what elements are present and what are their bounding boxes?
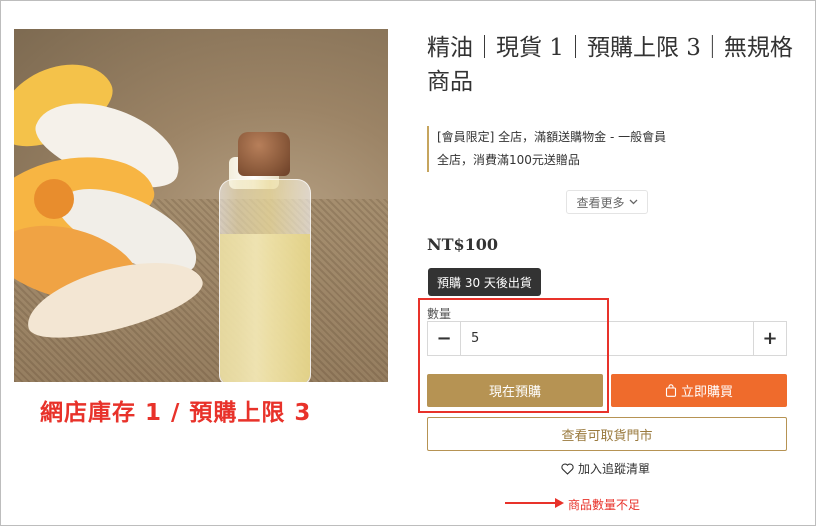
- bottle-oil: [220, 234, 310, 382]
- product-price: NT$100: [427, 235, 499, 254]
- annotation-highlight-box: [418, 298, 609, 413]
- bottle-cork: [238, 132, 290, 176]
- wishlist-label: 加入追蹤清單: [578, 462, 651, 476]
- product-image: [14, 29, 388, 382]
- arrow-right-icon: [505, 498, 564, 508]
- view-pickup-stores-label: 查看可取貨門市: [561, 427, 653, 443]
- see-more-button[interactable]: 查看更多: [566, 190, 648, 214]
- promotions-list: [會員限定] 全店，滿額送購物金 - 一般會員 全店，消費滿100元送贈品: [427, 126, 666, 172]
- see-more-label: 查看更多: [576, 195, 625, 210]
- insufficient-stock-note: 商品數量不足: [568, 498, 641, 512]
- chevron-down-icon: [629, 199, 637, 205]
- image-caption: 網店庫存 1 / 預購上限 3: [40, 400, 312, 426]
- product-title: 精油｜現貨 1｜預購上限 3｜無規格商品: [427, 35, 793, 95]
- shopping-bag-icon: [665, 384, 677, 397]
- heart-icon: [561, 462, 574, 475]
- promotion-item[interactable]: 全店，消費滿100元送贈品: [437, 149, 666, 172]
- buy-now-label: 立即購買: [680, 384, 733, 399]
- quantity-increase-button[interactable]: +: [754, 322, 786, 355]
- add-to-wishlist-link[interactable]: 加入追蹤清單: [561, 460, 650, 477]
- preorder-badge: 預購 30 天後出貨: [428, 268, 541, 296]
- oil-bottle: [219, 179, 311, 382]
- flower-center: [34, 179, 74, 219]
- buy-now-button[interactable]: 立即購買: [611, 374, 787, 407]
- promotion-item[interactable]: [會員限定] 全店，滿額送購物金 - 一般會員: [437, 126, 666, 149]
- view-pickup-stores-button[interactable]: 查看可取貨門市: [427, 417, 787, 451]
